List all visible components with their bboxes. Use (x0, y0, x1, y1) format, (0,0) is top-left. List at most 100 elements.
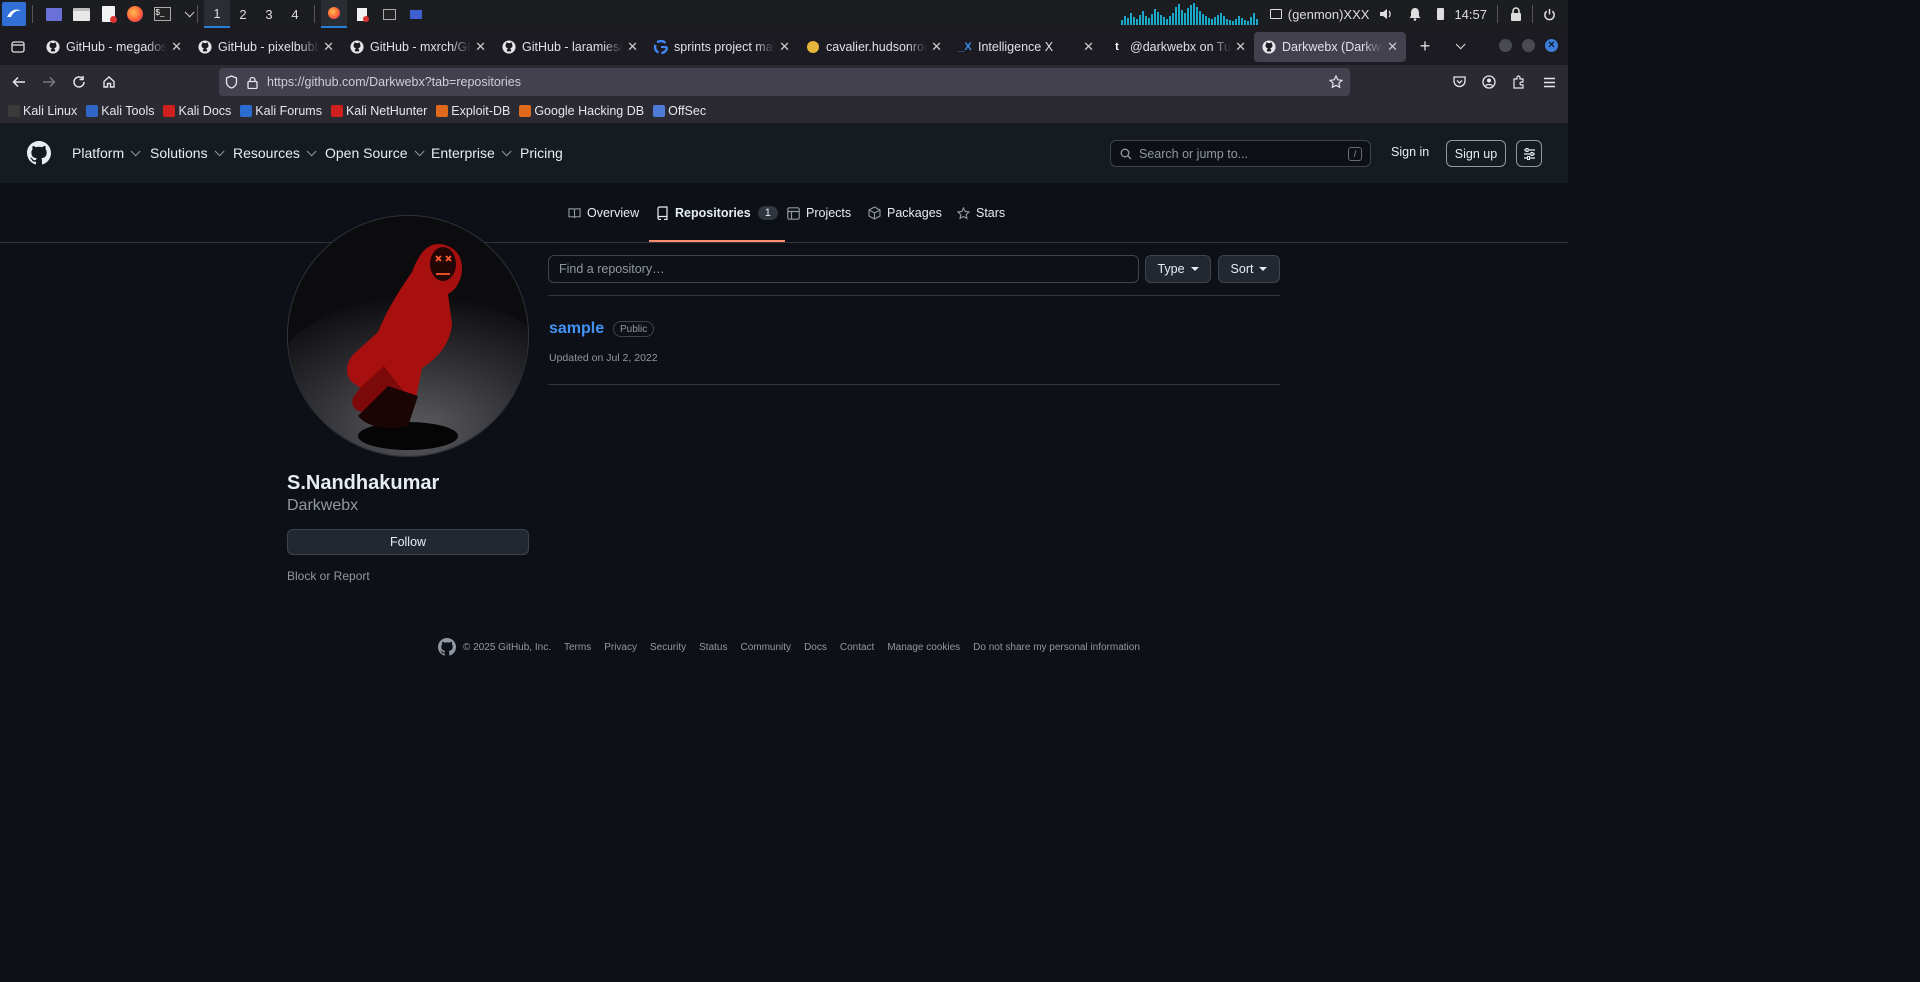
reload-button[interactable] (64, 67, 94, 97)
close-tab-icon[interactable]: ✕ (1387, 39, 1398, 55)
workspace-3[interactable]: 3 (256, 0, 282, 28)
close-tab-icon[interactable]: ✕ (627, 39, 638, 55)
close-tab-icon[interactable]: ✕ (931, 39, 942, 55)
shield-icon[interactable] (225, 75, 238, 89)
footer-link[interactable]: Security (650, 642, 686, 653)
footer-link[interactable]: Status (699, 642, 727, 653)
firefox-icon[interactable] (123, 2, 147, 26)
hamburger-menu-icon[interactable] (1534, 67, 1564, 97)
browser-tab[interactable]: GitHub - mxrch/GH ✕ (342, 32, 494, 62)
editor-window-icon[interactable] (350, 2, 374, 26)
github-footer-logo-icon[interactable] (438, 638, 456, 656)
new-tab-button[interactable]: + (1410, 32, 1440, 62)
firefox-view-icon[interactable] (0, 32, 36, 62)
close-window-button[interactable]: ✕ (1545, 39, 1558, 52)
footer-link[interactable]: Terms (564, 642, 591, 653)
browser-tab[interactable]: _X Intelligence X ✕ (950, 32, 1102, 62)
tab-repositories[interactable]: Repositories 1 (649, 183, 785, 243)
github-logo-icon[interactable] (27, 141, 51, 165)
text-editor-icon[interactable] (96, 2, 120, 26)
folder-window-icon[interactable] (404, 2, 428, 26)
account-icon[interactable] (1474, 67, 1504, 97)
sign-up-button[interactable]: Sign up (1446, 140, 1506, 167)
back-button[interactable] (4, 67, 34, 97)
menu-open-source[interactable]: Open Source (325, 123, 425, 183)
maximize-window-button[interactable] (1522, 39, 1535, 52)
extensions-icon[interactable] (1504, 67, 1534, 97)
tab-overview[interactable]: Overview (568, 183, 639, 243)
menu-resources[interactable]: Resources (233, 123, 317, 183)
close-tab-icon[interactable]: ✕ (1083, 39, 1094, 55)
list-all-tabs-button[interactable] (1440, 32, 1470, 62)
bookmark-item[interactable]: Kali Tools (86, 104, 154, 118)
url-text[interactable]: https://github.com/Darkwebx?tab=reposito… (267, 75, 521, 89)
browser-tab[interactable]: GitHub - pixelbubbl ✕ (190, 32, 342, 62)
repo-link[interactable]: sample (549, 320, 604, 338)
home-button[interactable] (94, 67, 124, 97)
workspace-2[interactable]: 2 (230, 0, 256, 28)
browser-tab[interactable]: GitHub - megadose/✕ (38, 32, 190, 62)
battery-icon[interactable] (1437, 8, 1445, 20)
minimize-window-button[interactable] (1499, 39, 1512, 52)
bookmark-item[interactable]: Kali Docs (163, 104, 231, 118)
follow-button[interactable]: Follow (287, 529, 529, 555)
lock-icon[interactable] (1510, 7, 1522, 21)
bookmark-item[interactable]: Kali Forums (240, 104, 322, 118)
lock-icon[interactable] (247, 76, 258, 89)
avatar[interactable] (287, 215, 529, 457)
footer-link[interactable]: Do not share my personal information (973, 642, 1140, 653)
terminal-window-icon[interactable] (377, 2, 401, 26)
browser-tab[interactable]: cavalier.hudsonrock ✕ (798, 32, 950, 62)
close-tab-icon[interactable]: ✕ (475, 39, 486, 55)
browser-tab[interactable]: GitHub - laramies/t ✕ (494, 32, 646, 62)
close-tab-icon[interactable]: ✕ (171, 39, 182, 55)
bookmark-item[interactable]: OffSec (653, 104, 706, 118)
tab-stars[interactable]: Stars (957, 183, 1005, 243)
hudsonrock-icon (806, 40, 820, 54)
browser-tab[interactable]: sprints project malw ✕ (646, 32, 798, 62)
menu-solutions[interactable]: Solutions (150, 123, 225, 183)
bookmark-star-icon[interactable] (1329, 75, 1343, 89)
file-manager-icon[interactable] (69, 2, 93, 26)
browser-tab[interactable]: Darkwebx (Darkweb ✕ (1254, 31, 1406, 62)
footer-link[interactable]: Manage cookies (887, 642, 960, 653)
menu-platform[interactable]: Platform (72, 123, 141, 183)
search-input[interactable]: Search or jump to... / (1110, 140, 1371, 167)
find-repository-input[interactable]: Find a repository… (548, 255, 1139, 283)
sign-in-link[interactable]: Sign in (1391, 145, 1429, 159)
type-filter-button[interactable]: Type (1145, 255, 1211, 283)
close-tab-icon[interactable]: ✕ (1235, 39, 1246, 55)
notification-bell-icon[interactable] (1409, 7, 1421, 21)
forward-button[interactable] (34, 67, 64, 97)
kali-menu-icon[interactable] (2, 2, 26, 26)
appearance-settings-button[interactable] (1516, 140, 1542, 167)
tab-packages[interactable]: Packages (868, 183, 942, 243)
bookmark-item[interactable]: Kali NetHunter (330, 104, 427, 118)
show-desktop-icon[interactable] (42, 2, 66, 26)
workspace-1[interactable]: 1 (204, 0, 230, 28)
volume-icon[interactable] (1379, 7, 1393, 21)
bookmark-item[interactable]: Exploit-DB (436, 104, 510, 118)
menu-enterprise[interactable]: Enterprise (431, 123, 512, 183)
browser-tab[interactable]: t @darkwebx on Tum ✕ (1102, 32, 1254, 62)
close-tab-icon[interactable]: ✕ (779, 39, 790, 55)
sort-filter-button[interactable]: Sort (1218, 255, 1280, 283)
bookmark-item[interactable]: Google Hacking DB (519, 104, 644, 118)
pocket-icon[interactable] (1444, 67, 1474, 97)
firefox-window-icon[interactable] (321, 0, 347, 28)
chevron-down-icon[interactable] (177, 2, 195, 26)
menu-pricing[interactable]: Pricing (520, 123, 563, 183)
terminal-icon[interactable]: $_ (150, 2, 174, 26)
bookmark-item[interactable]: Kali Linux (8, 104, 77, 118)
block-or-report-link[interactable]: Block or Report (287, 569, 370, 583)
workspace-4[interactable]: 4 (282, 0, 308, 28)
clock[interactable]: 14:57 (1454, 7, 1487, 22)
footer-link[interactable]: Docs (804, 642, 827, 653)
footer-link[interactable]: Contact (840, 642, 874, 653)
close-tab-icon[interactable]: ✕ (323, 39, 334, 55)
url-bar[interactable]: https://github.com/Darkwebx?tab=reposito… (219, 68, 1350, 96)
footer-link[interactable]: Community (740, 642, 791, 653)
footer-link[interactable]: Privacy (604, 642, 637, 653)
power-icon[interactable] (1543, 8, 1556, 21)
tab-projects[interactable]: Projects (787, 183, 851, 243)
